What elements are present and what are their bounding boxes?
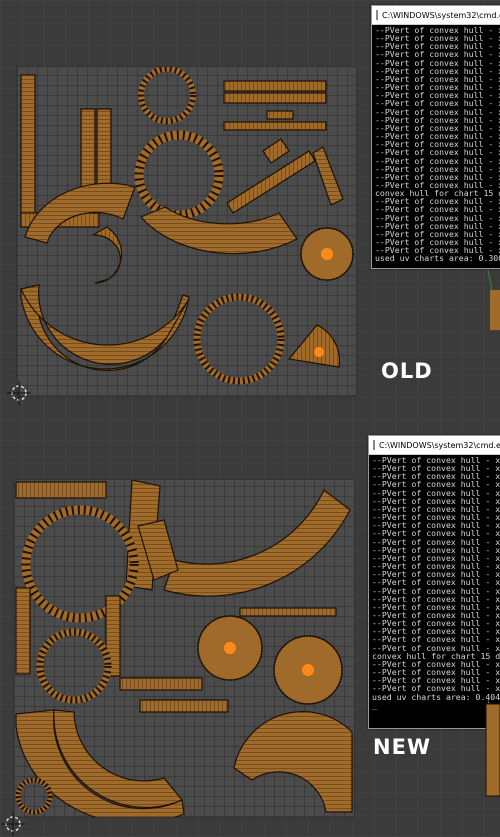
uv-island-bars[interactable] — [223, 80, 327, 131]
uv-island-ring-right[interactable] — [273, 635, 343, 705]
cmd-window-old[interactable]: C:\WINDOWS\system32\cmd.exe --PVert of c… — [371, 5, 500, 269]
uv-island-ring-small[interactable] — [15, 777, 53, 815]
uv-island-ring-small[interactable] — [138, 67, 196, 124]
cmd-console-old: --PVert of convex hull - x: 0.--PVert of… — [372, 25, 500, 264]
label-old: OLD — [381, 359, 433, 383]
cmd-titlebar-new[interactable]: C:\WINDOWS\system32\cmd.exe — [369, 436, 500, 455]
uv-island-arc-bottom[interactable] — [20, 284, 190, 372]
uv-editor-old[interactable] — [16, 66, 357, 397]
uv-island-ring-bottom[interactable] — [193, 293, 285, 385]
cmd-window-icon — [376, 10, 378, 20]
uv-editor-new[interactable] — [13, 479, 355, 818]
console-line: _ — [372, 699, 377, 710]
3d-cursor-icon — [7, 381, 31, 405]
uv-islands-old — [20, 67, 354, 385]
uv-islands-new — [15, 480, 353, 817]
uv-island-radial-disk[interactable] — [300, 227, 354, 281]
uv-island-diagonal-strip[interactable] — [226, 138, 344, 214]
3d-cursor-icon — [1, 812, 25, 836]
cmd-title-old: C:\WINDOWS\system32\cmd.exe — [382, 10, 500, 20]
uv-island-arc-bottom-left[interactable] — [15, 709, 185, 817]
uv-island-ring-mid[interactable] — [36, 628, 112, 704]
uv-island-arc-bottom-right[interactable] — [233, 711, 353, 813]
cmd-title-new: C:\WINDOWS\system32\cmd.exe — [379, 440, 500, 450]
uv-island-ring-large[interactable] — [134, 130, 224, 220]
viewport-3d-edge-old — [487, 270, 500, 331]
cmd-titlebar-old[interactable]: C:\WINDOWS\system32\cmd.exe — [372, 6, 500, 25]
console-line: used uv charts area: 0.404851 — [372, 691, 500, 702]
uv-island-radial-disk[interactable] — [197, 615, 263, 681]
cmd-window-icon — [373, 440, 375, 450]
uv-island-fan[interactable] — [287, 324, 341, 368]
uv-island-arc-left[interactable] — [24, 182, 136, 284]
cmd-window-new[interactable]: C:\WINDOWS\system32\cmd.exe --PVert of c… — [368, 435, 500, 729]
label-new: NEW — [373, 735, 432, 759]
viewport-3d-edge-new — [485, 700, 500, 797]
console-line: used uv charts area: 0.300374 — [375, 253, 500, 264]
uv-island-arc-center[interactable] — [139, 206, 298, 255]
cmd-console-new: --PVert of convex hull - x: 0.8--PVert o… — [369, 455, 500, 710]
uv-island-arc-large[interactable] — [137, 489, 351, 597]
